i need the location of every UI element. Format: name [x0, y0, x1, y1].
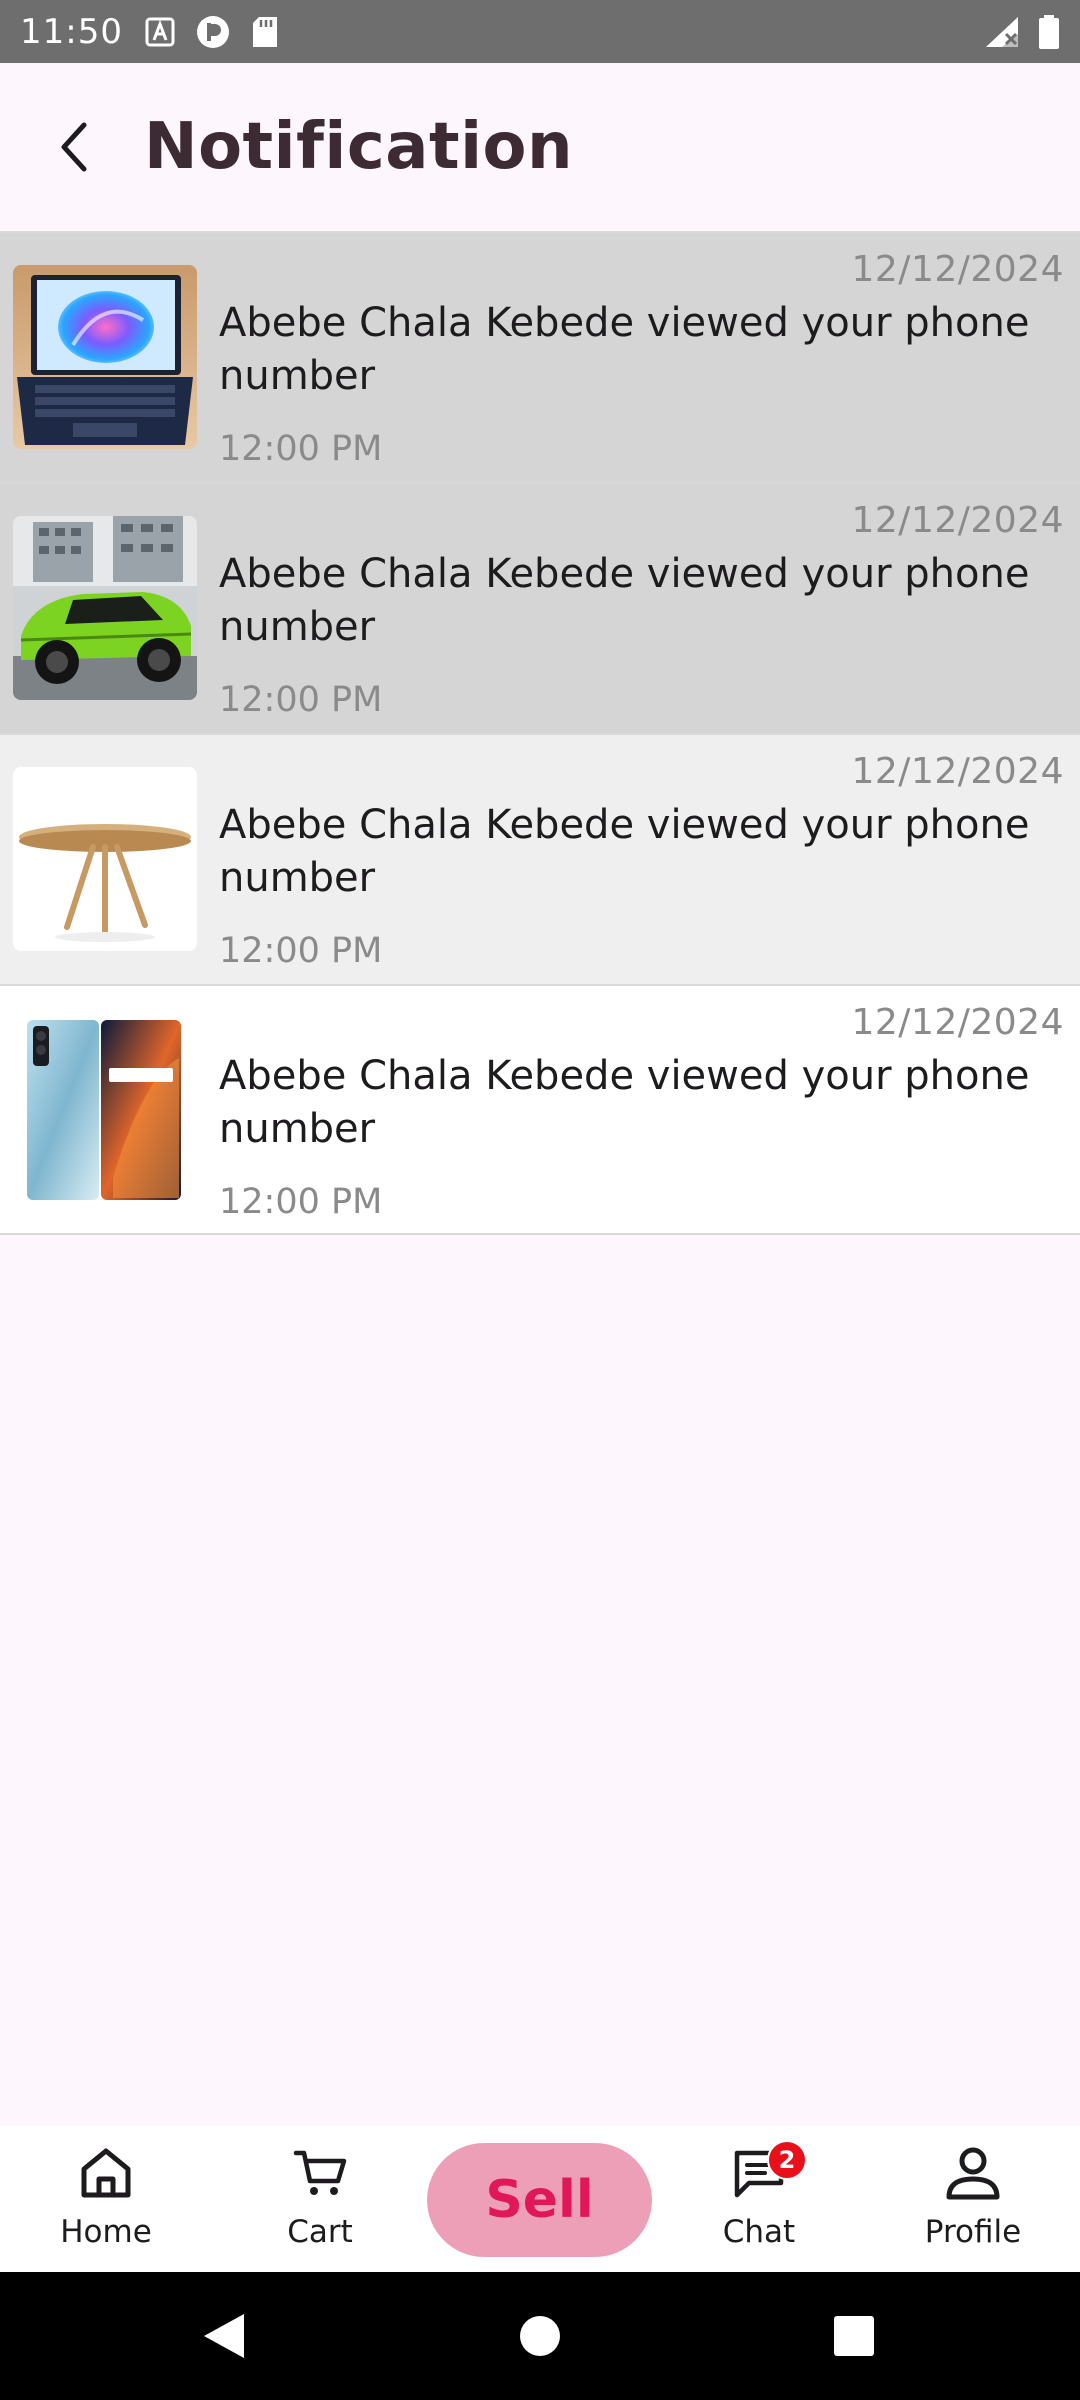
notification-date: 12/12/2024	[851, 500, 1064, 541]
notification-item[interactable]: 12/12/2024 Abebe Chala Kebede viewed you…	[0, 231, 1080, 482]
chat-icon: 2	[731, 2138, 807, 2208]
status-bar: 11:50	[0, 0, 1080, 63]
home-circle-icon[interactable]	[512, 2308, 568, 2364]
nav-profile[interactable]: Profile	[893, 2138, 1053, 2262]
app-bar: Notification	[0, 63, 1080, 231]
green-suv-thumbnail	[13, 516, 197, 700]
notification-item[interactable]: 12/12/2024 Abebe Chala Kebede viewed you…	[0, 984, 1080, 1235]
nav-home-label: Home	[60, 2214, 152, 2250]
nav-profile-label: Profile	[924, 2214, 1022, 2250]
sd-card-icon	[251, 16, 279, 48]
status-icons-left	[145, 14, 279, 50]
text-a-icon	[145, 17, 175, 47]
chat-badge: 2	[767, 2140, 807, 2180]
signal-off-icon	[984, 16, 1020, 48]
notification-time: 12:00 PM	[219, 1182, 383, 1222]
page-title: Notification	[144, 110, 574, 184]
notification-date: 12/12/2024	[851, 249, 1064, 290]
status-icons-right	[984, 14, 1060, 49]
notification-message: Abebe Chala Kebede viewed your phone num…	[219, 1053, 1030, 1152]
status-time: 11:50	[20, 11, 123, 52]
system-nav-bar	[0, 2272, 1080, 2400]
nav-chat-label: Chat	[722, 2214, 796, 2250]
notification-message: Abebe Chala Kebede viewed your phone num…	[219, 802, 1030, 901]
notification-message: Abebe Chala Kebede viewed your phone num…	[219, 551, 1030, 650]
wooden-table-thumbnail	[13, 767, 197, 951]
sell-button[interactable]: Sell	[427, 2143, 652, 2257]
bottom-nav: Home Cart Sell 2 Chat Profile	[0, 2126, 1080, 2272]
notification-list: 12/12/2024 Abebe Chala Kebede viewed you…	[0, 231, 1080, 1235]
profile-icon	[943, 2138, 1003, 2208]
notification-time: 12:00 PM	[219, 680, 383, 720]
notification-item[interactable]: 12/12/2024 Abebe Chala Kebede viewed you…	[0, 733, 1080, 984]
home-icon	[78, 2138, 134, 2208]
laptop-thumbnail	[13, 265, 197, 449]
chevron-left-icon	[61, 122, 87, 172]
notification-item[interactable]: 12/12/2024 Abebe Chala Kebede viewed you…	[0, 482, 1080, 733]
notification-time: 12:00 PM	[219, 429, 383, 469]
nav-cart-label: Cart	[287, 2214, 353, 2250]
notification-date: 12/12/2024	[851, 1002, 1064, 1043]
nav-chat[interactable]: 2 Chat	[679, 2138, 839, 2262]
recents-square-icon[interactable]	[826, 2308, 882, 2364]
back-triangle-icon[interactable]	[196, 2308, 252, 2364]
back-button[interactable]	[26, 99, 122, 195]
nav-cart[interactable]: Cart	[240, 2138, 400, 2262]
battery-icon	[1038, 14, 1060, 49]
cart-icon	[292, 2138, 348, 2208]
notification-time: 12:00 PM	[219, 931, 383, 971]
notification-message: Abebe Chala Kebede viewed your phone num…	[219, 300, 1030, 399]
smartphone-thumbnail	[13, 1018, 197, 1202]
notification-date: 12/12/2024	[851, 751, 1064, 792]
nav-home[interactable]: Home	[26, 2138, 186, 2262]
circle-p-icon	[195, 14, 231, 50]
